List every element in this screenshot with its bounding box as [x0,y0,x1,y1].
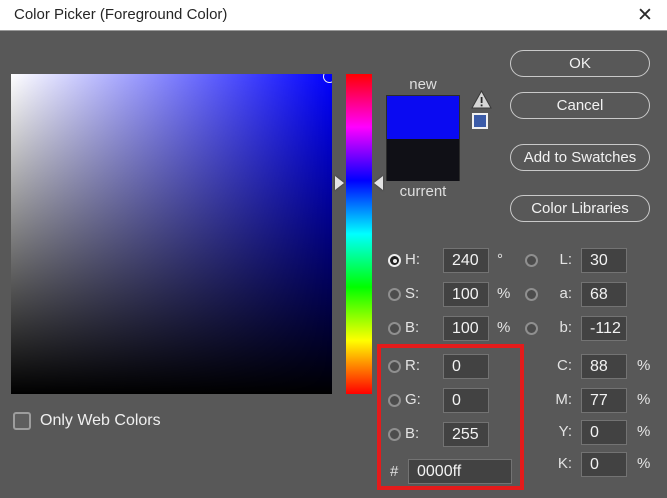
b-lab-label: b: [538,319,572,336]
h-input[interactable] [443,248,489,273]
y-unit: % [637,423,650,440]
c-unit: % [637,357,650,374]
color-picker-dialog: Color Picker (Foreground Color) ✕ new cu… [0,0,667,498]
s-unit: % [497,285,510,302]
only-web-colors-checkbox[interactable] [13,412,31,430]
m-input[interactable] [581,388,627,413]
dialog-title: Color Picker (Foreground Color) [14,6,227,23]
title-bar: Color Picker (Foreground Color) ✕ [0,0,667,31]
radio-b-hsb[interactable] [388,322,401,335]
web-safe-color-icon[interactable] [472,113,488,129]
l-label: L: [538,251,572,268]
hex-label: # [390,463,398,480]
radio-b-lab[interactable] [525,322,538,335]
m-unit: % [637,391,650,408]
color-field-marker[interactable] [323,74,332,83]
l-input[interactable] [581,248,627,273]
b-lab-input[interactable] [581,316,627,341]
cancel-button[interactable]: Cancel [510,92,650,119]
g-input[interactable] [443,388,489,413]
h-unit: ° [497,251,503,268]
gamut-warning-icon[interactable] [471,90,492,109]
r-label: R: [405,357,420,374]
a-input[interactable] [581,282,627,307]
y-input[interactable] [581,420,627,445]
current-color-swatch[interactable] [387,139,459,181]
g-label: G: [405,391,421,408]
c-label: C: [538,357,572,374]
a-label: a: [538,285,572,302]
y-label: Y: [538,423,572,440]
hex-input[interactable] [408,459,512,484]
b-rgb-input[interactable] [443,422,489,447]
radio-a[interactable] [525,288,538,301]
radio-g[interactable] [388,394,401,407]
r-input[interactable] [443,354,489,379]
b-hsb-label: B: [405,319,419,336]
saturation-brightness-field[interactable] [11,74,332,394]
m-label: M: [538,391,572,408]
s-label: S: [405,285,419,302]
b-hsb-unit: % [497,319,510,336]
add-to-swatches-button[interactable]: Add to Swatches [510,144,650,171]
radio-b-rgb[interactable] [388,428,401,441]
hue-slider-thumb-left[interactable] [335,176,344,190]
radio-r[interactable] [388,360,401,373]
new-color-label: new [386,76,460,93]
color-libraries-button[interactable]: Color Libraries [510,195,650,222]
h-label: H: [405,251,420,268]
hue-slider-thumb-right[interactable] [374,176,383,190]
s-input[interactable] [443,282,489,307]
b-hsb-input[interactable] [443,316,489,341]
color-comparison-swatch [386,95,460,181]
radio-h[interactable] [388,254,401,267]
c-input[interactable] [581,354,627,379]
only-web-colors-label: Only Web Colors [40,412,161,430]
close-icon[interactable]: ✕ [633,4,657,28]
new-color-swatch[interactable] [387,96,459,139]
hue-slider[interactable] [346,74,372,394]
k-input[interactable] [581,452,627,477]
ok-button[interactable]: OK [510,50,650,77]
radio-s[interactable] [388,288,401,301]
radio-l[interactable] [525,254,538,267]
current-color-label: current [386,183,460,200]
k-unit: % [637,455,650,472]
b-rgb-label: B: [405,425,419,442]
k-label: K: [538,455,572,472]
